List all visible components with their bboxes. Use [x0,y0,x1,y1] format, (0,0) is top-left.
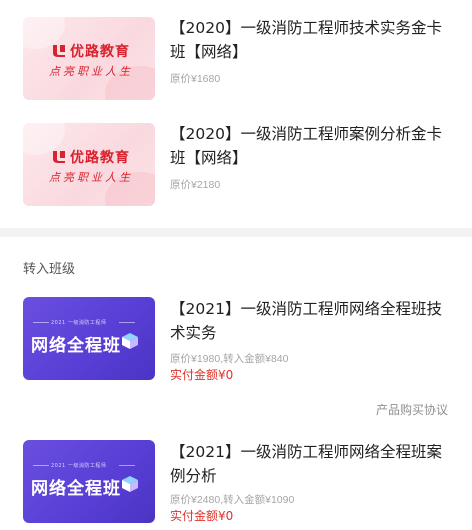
course-item[interactable]: 优路教育 点亮职业人生 【2020】一级消防工程师技术实务金卡班【网络】 原价¥… [0,0,472,114]
original-courses-section: 优路教育 点亮职业人生 【2020】一级消防工程师技术实务金卡班【网络】 原价¥… [0,0,472,228]
brand-row: 优路教育 [51,147,130,167]
transfer-course-item[interactable]: 2021 一级消防工程师 网络全程班 【2021】一级消防工程师网络全程班案例分… [0,432,472,530]
actual-amount: 实付金额¥0 [170,368,234,382]
course-item[interactable]: 优路教育 点亮职业人生 【2020】一级消防工程师案例分析金卡班【网络】 原价¥… [0,106,472,220]
course-thumbnail: 2021 一级消防工程师 网络全程班 [23,440,155,523]
course-thumbnail: 2021 一级消防工程师 网络全程班 [23,297,155,380]
transfer-course-item[interactable]: 2021 一级消防工程师 网络全程班 【2021】一级消防工程师网络全程班技术实… [0,290,472,390]
decorative-line [33,465,49,466]
course-thumbnail: 优路教育 点亮职业人生 [23,123,155,206]
price-info: 原价¥2480,转入金额¥1090 [170,494,295,506]
brand-slogan: 点亮职业人生 [49,65,133,78]
cube-icon [122,333,138,349]
cube-icon [122,476,138,492]
thumbnail-title: 网络全程班 [31,479,121,499]
purchase-agreement-link[interactable]: 产品购买协议 [376,401,448,418]
brand-row: 优路教育 [51,41,130,61]
section-header: 转入班级 [23,262,76,277]
course-title: 【2021】一级消防工程师网络全程班案例分析 [170,443,442,485]
youlu-logo-icon [53,151,65,163]
course-title: 【2021】一级消防工程师网络全程班技术实务 [170,300,442,342]
course-thumbnail: 优路教育 点亮职业人生 [23,17,155,100]
thumbnail-tag: 2021 一级消防工程师 [51,320,107,326]
original-price: 原价¥2180 [170,179,221,191]
order-transfer-page: 优路教育 点亮职业人生 【2020】一级消防工程师技术实务金卡班【网络】 原价¥… [0,0,472,530]
thumbnail-tag: 2021 一级消防工程师 [51,463,107,469]
price-info: 原价¥1980,转入金额¥840 [170,353,289,365]
youlu-logo-icon [53,45,65,57]
brand-name: 优路教育 [70,44,130,60]
brand-slogan: 点亮职业人生 [49,171,133,184]
thumbnail-title: 网络全程班 [31,336,121,356]
actual-amount: 实付金额¥0 [170,509,234,523]
brand-name: 优路教育 [70,150,130,166]
course-title: 【2020】一级消防工程师技术实务金卡班【网络】 [170,19,442,61]
decorative-line [119,465,135,466]
decorative-line [33,322,49,323]
course-title: 【2020】一级消防工程师案例分析金卡班【网络】 [170,125,442,167]
decorative-line [119,322,135,323]
original-price: 原价¥1680 [170,73,221,85]
